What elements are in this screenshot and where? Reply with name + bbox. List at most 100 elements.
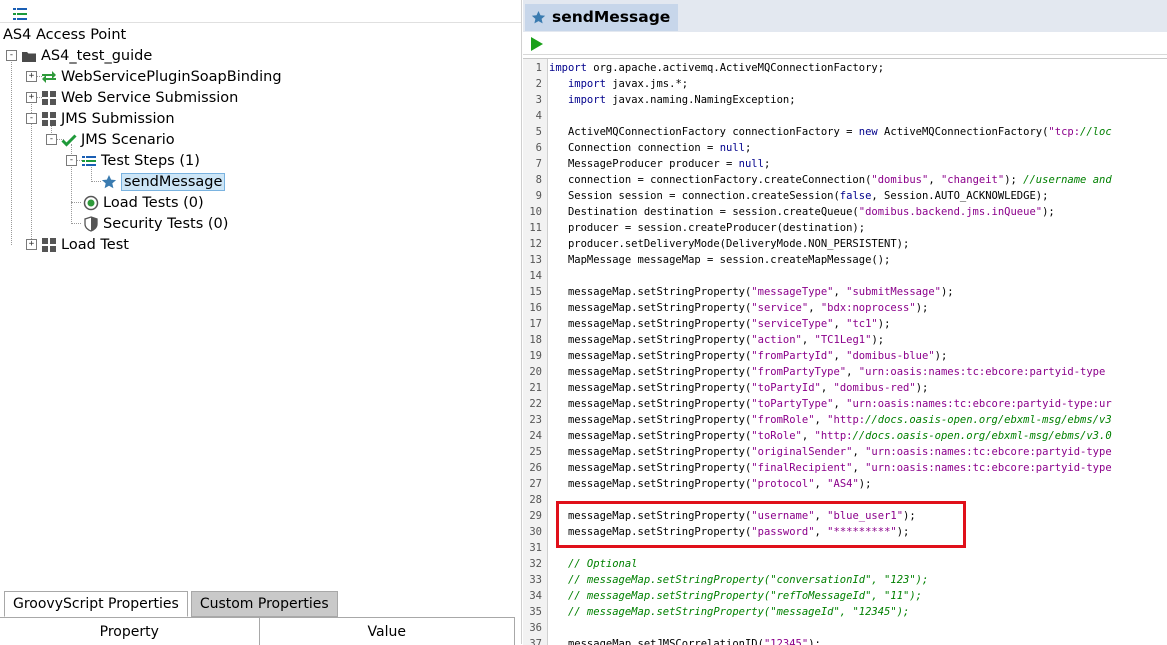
code-line[interactable]: messageMap.setStringProperty("password",… <box>549 524 909 540</box>
tree-item-label: WebServicePluginSoapBinding <box>61 68 282 85</box>
code-line[interactable]: producer.setDeliveryMode(DeliveryMode.NO… <box>549 236 909 252</box>
editor-tab[interactable]: sendMessage <box>525 3 679 31</box>
line-number: 31 <box>529 542 542 554</box>
line-number: 34 <box>529 590 542 602</box>
code-line[interactable]: // messageMap.setStringProperty("refToMe… <box>549 588 922 604</box>
code-line[interactable]: producer = session.createProducer(destin… <box>549 220 865 236</box>
grid-icon <box>41 237 57 253</box>
editor-panel: sendMessage 1 2 3 4 5 6 7 8 9 10 11 12 13 14 15 16 17 18 1… <box>523 0 1167 645</box>
line-number: 10 <box>529 206 542 218</box>
line-number: 7 <box>535 158 542 170</box>
code-line[interactable]: import javax.naming.NamingException; <box>549 92 796 108</box>
code-line[interactable]: // Optional <box>549 556 638 572</box>
line-number: 1 <box>535 62 542 74</box>
code-line[interactable]: messageMap.setStringProperty("fromPartyT… <box>549 364 1105 380</box>
line-number: 32 <box>529 558 542 570</box>
code-line[interactable]: ActiveMQConnectionFactory connectionFact… <box>549 124 1112 140</box>
expand-toggle-icon[interactable]: + <box>26 239 37 250</box>
shield-icon <box>83 215 99 232</box>
line-number: 15 <box>529 286 542 298</box>
column-header-value[interactable]: Value <box>259 618 515 645</box>
script-editor[interactable]: 1 2 3 4 5 6 7 8 9 10 11 12 13 14 15 16 17 18 19 20 21 22 23 24 2… <box>523 58 1167 645</box>
tree-item-test-steps[interactable]: - Test Steps (1) <box>66 150 200 171</box>
code-line[interactable]: MapMessage messageMap = session.createMa… <box>549 252 890 268</box>
line-number: 6 <box>535 142 542 154</box>
line-number: 35 <box>529 606 542 618</box>
editor-title: sendMessage <box>552 8 671 26</box>
line-number: 25 <box>529 446 542 458</box>
tree-item-jms-scenario[interactable]: - JMS Scenario <box>46 129 175 150</box>
project-root-label[interactable]: AS4 Access Point <box>3 25 126 45</box>
line-number: 14 <box>529 270 542 282</box>
code-line[interactable]: messageMap.setStringProperty("toPartyId"… <box>549 380 928 396</box>
properties-table-header: Property Value <box>0 617 515 645</box>
code-line[interactable]: messageMap.setStringProperty("service", … <box>549 300 928 316</box>
grid-icon <box>41 90 57 106</box>
tree-item-label: Web Service Submission <box>61 89 239 106</box>
code-line[interactable]: messageMap.setStringProperty("toRole", "… <box>549 428 1112 444</box>
properties-tabs: GroovyScript Properties Custom Propertie… <box>4 591 338 617</box>
code-line[interactable]: Session session = connection.createSessi… <box>549 188 1048 204</box>
line-number: 23 <box>529 414 542 426</box>
grid-icon <box>41 111 57 127</box>
line-number: 26 <box>529 462 542 474</box>
navigator-panel: AS4 Access Point - AS4_test_guide + WebS… <box>0 0 522 645</box>
code-line[interactable]: messageMap.setStringProperty("serviceTyp… <box>549 316 890 332</box>
code-line[interactable]: messageMap.setStringProperty("messageTyp… <box>549 284 954 300</box>
line-number: 19 <box>529 350 542 362</box>
code-line[interactable]: Destination destination = session.create… <box>549 204 1055 220</box>
line-number: 5 <box>535 126 542 138</box>
line-number: 4 <box>535 110 542 122</box>
line-number: 22 <box>529 398 542 410</box>
expand-toggle-icon[interactable]: + <box>26 71 37 82</box>
code-line[interactable]: // messageMap.setStringProperty("convers… <box>549 572 928 588</box>
column-header-property[interactable]: Property <box>0 618 260 645</box>
code-line[interactable]: connection = connectionFactory.createCon… <box>549 172 1112 188</box>
tree-item-as4-test-guide[interactable]: - AS4_test_guide <box>6 45 152 66</box>
code-line[interactable]: MessageProducer producer = null; <box>549 156 770 172</box>
code-line[interactable]: messageMap.setStringProperty("action", "… <box>549 332 884 348</box>
line-number: 21 <box>529 382 542 394</box>
code-line[interactable]: import org.apache.activemq.ActiveMQConne… <box>549 60 884 76</box>
line-number: 20 <box>529 366 542 378</box>
line-number: 29 <box>529 510 542 522</box>
expand-toggle-icon[interactable]: + <box>26 92 37 103</box>
tree-item-jms-submission[interactable]: - JMS Submission <box>26 108 175 129</box>
line-number: 18 <box>529 334 542 346</box>
code-line[interactable]: // messageMap.setStringProperty("message… <box>549 604 909 620</box>
code-line[interactable]: messageMap.setStringProperty("fromPartyI… <box>549 348 947 364</box>
line-number: 8 <box>535 174 542 186</box>
collapse-toggle-icon[interactable]: - <box>26 113 37 124</box>
line-number: 3 <box>535 94 542 106</box>
list-view-icon[interactable] <box>13 5 27 20</box>
tree-item-load-test[interactable]: + Load Test <box>26 234 129 255</box>
code-line[interactable]: messageMap.setStringProperty("originalSe… <box>549 444 1112 460</box>
code-line[interactable]: messageMap.setStringProperty("finalRecip… <box>549 460 1112 476</box>
run-icon[interactable] <box>530 36 543 51</box>
line-number: 9 <box>535 190 542 202</box>
tab-groovyscript-properties[interactable]: GroovyScript Properties <box>4 591 188 617</box>
code-line[interactable]: messageMap.setStringProperty("protocol",… <box>549 476 871 492</box>
tree-item-web-service-submission[interactable]: + Web Service Submission <box>26 87 238 108</box>
line-number: 28 <box>529 494 542 506</box>
code-line[interactable]: import javax.jms.*; <box>549 76 688 92</box>
line-number: 11 <box>529 222 542 234</box>
tree-item-security-tests[interactable]: Security Tests (0) <box>83 213 228 234</box>
code-line[interactable]: Connection connection = null; <box>549 140 751 156</box>
tree-item-webservice-binding[interactable]: + WebServicePluginSoapBinding <box>26 66 282 87</box>
line-number: 24 <box>529 430 542 442</box>
tab-custom-properties[interactable]: Custom Properties <box>190 591 338 617</box>
star-icon <box>101 174 117 190</box>
code-line[interactable]: messageMap.setStringProperty("fromRole",… <box>549 412 1112 428</box>
tree-item-sendmessage[interactable]: sendMessage <box>101 171 226 192</box>
code-line[interactable]: messageMap.setStringProperty("username",… <box>549 508 916 524</box>
collapse-toggle-icon[interactable]: - <box>6 50 17 61</box>
gauge-icon <box>83 195 99 211</box>
line-number: 12 <box>529 238 542 250</box>
collapse-toggle-icon[interactable]: - <box>46 134 57 145</box>
tree-item-load-tests[interactable]: Load Tests (0) <box>83 192 204 213</box>
line-number: 36 <box>529 622 542 634</box>
collapse-toggle-icon[interactable]: - <box>66 155 77 166</box>
tree-item-label: Security Tests (0) <box>103 215 229 232</box>
code-line[interactable]: messageMap.setStringProperty("toPartyTyp… <box>549 396 1112 412</box>
